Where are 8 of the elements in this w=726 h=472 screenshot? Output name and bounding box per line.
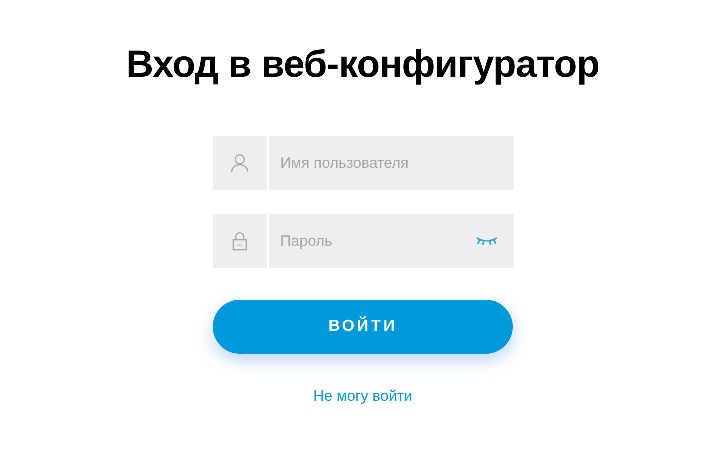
lock-icon bbox=[232, 231, 248, 251]
user-icon bbox=[230, 153, 248, 173]
input-field[interactable]: Имя пользователя bbox=[268, 136, 514, 190]
help-link[interactable]: Не могу войти bbox=[314, 388, 412, 405]
input-field[interactable]: Пароль bbox=[268, 214, 514, 268]
login-button[interactable]: ВОЙТИ bbox=[213, 300, 513, 354]
closed-eye-icon[interactable] bbox=[476, 236, 498, 246]
page-title: Вход в веб-конфигуратор bbox=[126, 43, 600, 88]
